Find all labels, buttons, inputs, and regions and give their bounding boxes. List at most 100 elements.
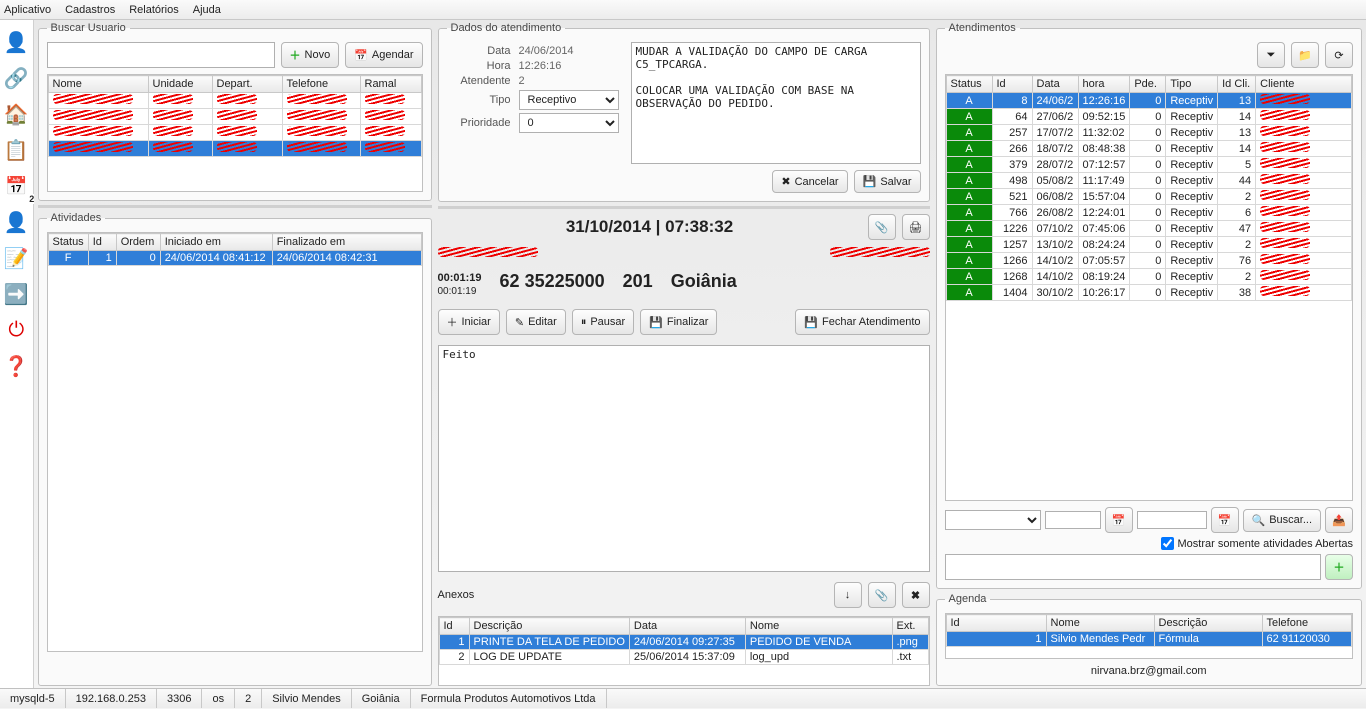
salvar-button[interactable]: 💾Salvar — [854, 170, 921, 193]
table-row[interactable]: 2LOG DE UPDATE25/06/2014 15:37:09log_upd… — [439, 650, 928, 665]
add-button[interactable]: ＋ — [1325, 554, 1353, 580]
menu-relatorios[interactable]: Relatórios — [129, 4, 179, 16]
search-input[interactable] — [47, 42, 275, 68]
col-ext[interactable]: Ext. — [892, 618, 928, 635]
col-ramal[interactable]: Ramal — [360, 76, 421, 93]
date-input[interactable] — [1137, 511, 1207, 529]
col-id[interactable]: Id — [88, 234, 116, 251]
table-row[interactable]: A126814/10/208:19:240Receptiv2 — [946, 269, 1352, 285]
buscar-button[interactable]: 🔍Buscar... — [1243, 509, 1322, 532]
table-row[interactable]: A126614/10/207:05:570Receptiv76 — [946, 253, 1352, 269]
table-row[interactable]: A824/06/212:26:160Receptiv13 — [946, 93, 1352, 109]
table-row[interactable]: A140430/10/210:26:170Receptiv38 — [946, 285, 1352, 301]
table-row[interactable]: A6427/06/209:52:150Receptiv14 — [946, 109, 1352, 125]
table-row[interactable]: A26618/07/208:48:380Receptiv14 — [946, 141, 1352, 157]
col-depart[interactable]: Depart. — [212, 76, 282, 93]
menu-ajuda[interactable]: Ajuda — [193, 4, 221, 16]
agenda-grid[interactable]: Id Nome Descrição Telefone 1 Silvio Mend… — [945, 613, 1354, 659]
table-row[interactable]: F 1 0 24/06/2014 08:41:12 24/06/2014 08:… — [48, 251, 421, 266]
date-from-button[interactable]: 📅 — [1105, 507, 1133, 533]
home-icon[interactable]: 🏠 — [0, 98, 32, 130]
date-to-button[interactable]: 📅 — [1211, 507, 1239, 533]
table-row[interactable]: 1PRINTE DA TELA DE PEDIDO24/06/2014 09:2… — [439, 635, 928, 650]
col-telefone[interactable]: Telefone — [282, 76, 360, 93]
col-nome[interactable]: Nome — [48, 76, 148, 93]
table-row[interactable]: A25717/07/211:32:020Receptiv13 — [946, 125, 1352, 141]
print-button[interactable]: 🖨 — [902, 214, 930, 240]
col-idcli[interactable]: Id Cli. — [1218, 76, 1256, 93]
col-desc[interactable]: Descrição — [469, 618, 629, 635]
atendimentos-grid[interactable]: Status Id Data hora Pde. Tipo Id Cli. Cl… — [945, 74, 1354, 501]
cancelar-button[interactable]: ✖Cancelar — [772, 170, 847, 193]
col-unidade[interactable]: Unidade — [148, 76, 212, 93]
user-add-icon[interactable]: 👤 — [0, 26, 32, 58]
tipo-select[interactable]: Receptivo — [519, 90, 619, 110]
col-status[interactable]: Status — [946, 76, 992, 93]
novo-button[interactable]: ＋Novo — [281, 42, 340, 68]
table-row[interactable] — [48, 93, 421, 109]
table-row[interactable]: A52106/08/215:57:040Receptiv2 — [946, 189, 1352, 205]
download-button[interactable]: ↓ — [834, 582, 862, 608]
calendar-icon[interactable]: 📅2 — [0, 170, 32, 202]
col-ordem[interactable]: Ordem — [116, 234, 160, 251]
network-icon[interactable]: 🔗 — [0, 62, 32, 94]
attach-file-button[interactable]: 📎 — [868, 582, 896, 608]
col-tipo[interactable]: Tipo — [1166, 76, 1218, 93]
col-tel[interactable]: Telefone — [1262, 615, 1352, 632]
editar-button[interactable]: ✎Editar — [506, 309, 566, 335]
table-row[interactable]: A37928/07/207:12:570Receptiv5 — [946, 157, 1352, 173]
attach-button[interactable]: 📎 — [868, 214, 896, 240]
fechar-atendimento-button[interactable]: 💾Fechar Atendimento — [795, 309, 929, 335]
table-row[interactable]: A125713/10/208:24:240Receptiv2 — [946, 237, 1352, 253]
filter-button[interactable]: ⏷ — [1257, 42, 1285, 68]
table-row[interactable] — [48, 141, 421, 157]
menu-cadastros[interactable]: Cadastros — [65, 4, 115, 16]
filter-select[interactable] — [945, 510, 1041, 530]
table-row[interactable]: 1 Silvio Mendes Pedr Fórmula 62 91120030 — [946, 632, 1352, 647]
col-status[interactable]: Status — [48, 234, 88, 251]
iniciar-button[interactable]: ＋Iniciar — [438, 309, 500, 335]
col-nome[interactable]: Nome — [1046, 615, 1154, 632]
note-icon[interactable]: 📝 — [0, 242, 32, 274]
col-data[interactable]: Data — [629, 618, 745, 635]
col-iniciado[interactable]: Iniciado em — [160, 234, 272, 251]
table-row[interactable] — [48, 125, 421, 141]
list-icon[interactable]: 📋 — [0, 134, 32, 166]
export-button[interactable]: 📤 — [1325, 507, 1353, 533]
col-desc[interactable]: Descrição — [1154, 615, 1262, 632]
filter-value[interactable] — [1045, 511, 1101, 529]
col-finalizado[interactable]: Finalizado em — [272, 234, 421, 251]
col-data[interactable]: Data — [1032, 76, 1078, 93]
table-row[interactable] — [48, 109, 421, 125]
usuarios-grid[interactable]: Nome Unidade Depart. Telefone Ramal — [47, 74, 423, 192]
menu-aplicativo[interactable]: Aplicativo — [4, 4, 51, 16]
agendar-button[interactable]: 📅Agendar — [345, 42, 422, 68]
power-icon[interactable]: ⏻ — [0, 314, 32, 346]
prioridade-select[interactable]: 0 — [519, 113, 619, 133]
mostrar-abertas-checkbox[interactable] — [1161, 537, 1174, 550]
col-cliente[interactable]: Cliente — [1256, 76, 1352, 93]
help-icon[interactable]: ❓ — [0, 350, 32, 382]
exit-icon[interactable]: ➡️ — [0, 278, 32, 310]
delete-attachment-button[interactable]: ✖ — [902, 582, 930, 608]
refresh-button[interactable]: ⟳ — [1325, 42, 1353, 68]
table-row[interactable]: A76626/08/212:24:010Receptiv6 — [946, 205, 1352, 221]
col-pde[interactable]: Pde. — [1130, 76, 1166, 93]
table-row[interactable]: A49805/08/211:17:490Receptiv44 — [946, 173, 1352, 189]
col-nome[interactable]: Nome — [745, 618, 892, 635]
col-id[interactable]: Id — [946, 615, 1046, 632]
atividades-grid[interactable]: Status Id Ordem Iniciado em Finalizado e… — [47, 232, 423, 652]
col-hora[interactable]: hora — [1078, 76, 1130, 93]
ticket-body[interactable]: Feito — [438, 345, 930, 572]
dados-notes[interactable]: MUDAR A VALIDAÇÃO DO CAMPO DE CARGA C5_T… — [631, 42, 921, 164]
col-id[interactable]: Id — [439, 618, 469, 635]
table-row[interactable]: A122607/10/207:45:060Receptiv47 — [946, 221, 1352, 237]
pausar-button[interactable]: ⏸Pausar — [572, 309, 634, 335]
col-id[interactable]: Id — [992, 76, 1032, 93]
anexos-grid[interactable]: Id Descrição Data Nome Ext. 1PRINTE DA T… — [438, 616, 930, 686]
new-item-input[interactable] — [945, 554, 1322, 580]
finalizar-button[interactable]: 💾Finalizar — [640, 309, 717, 335]
splitter[interactable] — [438, 206, 930, 209]
splitter[interactable] — [38, 205, 432, 208]
contact-icon[interactable]: 👤 — [0, 206, 32, 238]
